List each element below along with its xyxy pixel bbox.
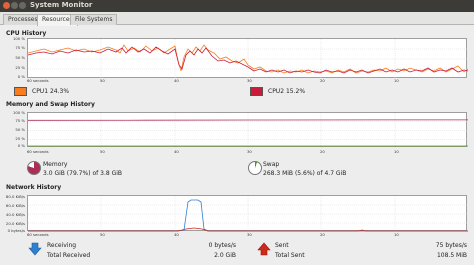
total-received-label: Total Received bbox=[47, 252, 91, 259]
cpu1-color-button[interactable] bbox=[14, 87, 27, 96]
memory-y-tick: 50 % bbox=[15, 127, 25, 132]
memory-x-tick: 40 bbox=[174, 149, 179, 154]
receiving-value: 0 bytes/s bbox=[208, 242, 236, 249]
memory-label: Memory bbox=[43, 161, 68, 168]
cpu-y-tick: 50 % bbox=[15, 55, 25, 60]
cpu1-legend: CPU1 24.3% bbox=[32, 88, 69, 95]
cpu1-value: 24.3% bbox=[49, 88, 70, 95]
network-x-tick: 20 bbox=[320, 232, 325, 237]
cpu-x-tick: 20 bbox=[320, 78, 325, 83]
cpu2-label: CPU2 bbox=[268, 88, 285, 95]
tab-bar: Processes Resources File Systems bbox=[0, 12, 474, 26]
network-y-tick: 40.0 KiB/s bbox=[5, 212, 25, 217]
memory-graph bbox=[27, 112, 468, 148]
network-y-tick: 0 bytes/s bbox=[7, 228, 25, 233]
receiving-label: Receiving bbox=[47, 242, 77, 249]
cpu2-legend: CPU2 15.2% bbox=[268, 88, 305, 95]
swap-label: Swap bbox=[263, 161, 280, 168]
sent-value: 75 bytes/s bbox=[435, 242, 467, 249]
network-graph bbox=[27, 195, 468, 232]
cpu2-color-button[interactable] bbox=[250, 87, 263, 96]
memory-y-tick: 0 % bbox=[17, 143, 25, 148]
memory-history-title: Memory and Swap History bbox=[6, 101, 95, 108]
cpu-x-tick: 30 bbox=[247, 78, 252, 83]
cpu1-label: CPU1 bbox=[32, 88, 49, 95]
memory-y-tick: 25 % bbox=[15, 136, 25, 141]
total-received-value: 2.0 GiB bbox=[214, 252, 236, 259]
cpu-graph bbox=[27, 38, 468, 79]
memory-y-tick: 75 % bbox=[15, 118, 25, 123]
cpu2-value: 15.2% bbox=[285, 88, 306, 95]
network-x-tick: 10 bbox=[394, 232, 399, 237]
tab-file-systems[interactable]: File Systems bbox=[70, 14, 118, 25]
memory-graph-canvas bbox=[28, 113, 468, 148]
cpu-x-tick: 40 bbox=[174, 78, 179, 83]
network-y-tick: 80.0 KiB/s bbox=[5, 194, 25, 199]
memory-pie-icon[interactable] bbox=[27, 161, 41, 175]
cpu-y-tick: 25 % bbox=[15, 65, 25, 70]
maximize-window-button[interactable] bbox=[19, 2, 26, 9]
minimize-window-button[interactable] bbox=[11, 2, 18, 9]
memory-x-tick: 50 bbox=[100, 149, 105, 154]
network-graph-canvas bbox=[28, 196, 468, 232]
network-y-tick: 20.0 KiB/s bbox=[5, 221, 25, 226]
total-sent-label: Total Sent bbox=[275, 252, 305, 259]
memory-x-tick: 30 bbox=[247, 149, 252, 154]
close-window-button[interactable] bbox=[3, 2, 10, 9]
network-history-title: Network History bbox=[6, 184, 62, 191]
cpu-x-tick: 50 bbox=[100, 78, 105, 83]
memory-x-tick: 10 bbox=[394, 149, 399, 154]
memory-x-tick: 60 seconds bbox=[27, 149, 49, 154]
receiving-arrow-icon[interactable] bbox=[28, 242, 42, 256]
network-x-tick: 60 seconds bbox=[27, 232, 49, 237]
title-bar: System Monitor bbox=[0, 0, 474, 12]
memory-y-tick: 100 % bbox=[12, 110, 25, 115]
cpu-graph-canvas bbox=[28, 39, 468, 79]
sent-label: Sent bbox=[275, 242, 289, 249]
memory-x-tick: 20 bbox=[320, 149, 325, 154]
cpu-x-tick: 60 seconds bbox=[27, 78, 49, 83]
network-x-tick: 40 bbox=[174, 232, 179, 237]
network-x-tick: 50 bbox=[100, 232, 105, 237]
cpu-x-tick: 10 bbox=[394, 78, 399, 83]
cpu-y-tick: 100 % bbox=[12, 36, 25, 41]
cpu-y-tick: 0 % bbox=[17, 74, 25, 79]
network-y-tick: 60.0 KiB/s bbox=[5, 203, 25, 208]
memory-value: 3.0 GiB (79.7%) of 3.8 GiB bbox=[43, 170, 123, 177]
swap-value: 268.3 MiB (5.6%) of 4.7 GiB bbox=[263, 170, 347, 177]
swap-pie-icon[interactable] bbox=[248, 161, 262, 175]
total-sent-value: 108.5 MiB bbox=[436, 252, 467, 259]
sent-arrow-icon[interactable] bbox=[257, 242, 271, 256]
window-title: System Monitor bbox=[30, 1, 93, 9]
network-x-tick: 30 bbox=[247, 232, 252, 237]
cpu-y-tick: 75 % bbox=[15, 45, 25, 50]
